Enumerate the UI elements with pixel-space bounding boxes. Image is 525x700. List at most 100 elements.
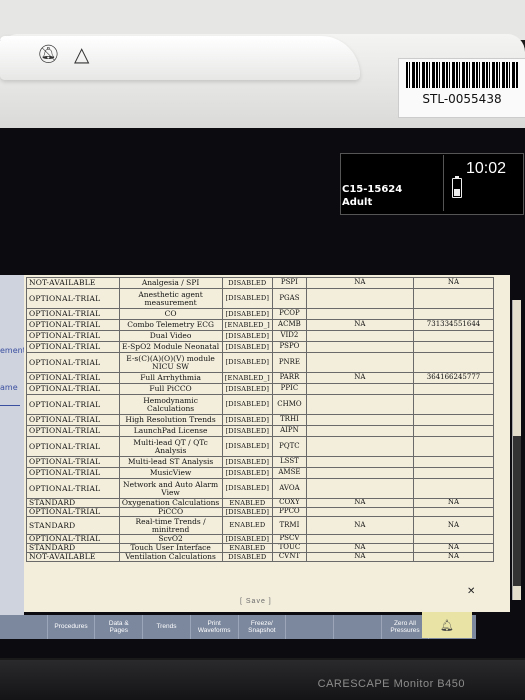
option-cell: OPTIONAL-TRIAL bbox=[26, 436, 120, 457]
feature-cell: CO bbox=[118, 308, 223, 320]
feature-cell: E-SpO2 Module Neonatal bbox=[118, 341, 223, 353]
menu-button[interactable] bbox=[0, 615, 48, 639]
left-label-fragment: ement bbox=[0, 346, 26, 355]
left-label-fragment: ame bbox=[0, 383, 18, 392]
serial-cell bbox=[413, 534, 494, 544]
menu-button[interactable] bbox=[333, 615, 382, 639]
menu-button[interactable]: Procedures bbox=[48, 615, 96, 639]
code-cell: PSPO bbox=[272, 341, 307, 353]
option-cell: OPTIONAL-TRIAL bbox=[26, 288, 120, 309]
option-cell: NOT-AVAILABLE bbox=[26, 552, 120, 562]
feature-cell: MusicView bbox=[118, 467, 223, 479]
code-cell: PPCO bbox=[272, 507, 307, 517]
table-row[interactable]: OPTIONAL-TRIAL Full Arrhythmia [ENABLED_] P… bbox=[26, 372, 494, 384]
table-row[interactable]: OPTIONAL-TRIAL E-SpO2 Module Neonatal [DIS… bbox=[26, 341, 494, 353]
serial-cell bbox=[413, 352, 494, 373]
status-cell: [DISABLED] bbox=[221, 425, 274, 437]
menu-button[interactable] bbox=[286, 615, 334, 639]
software-options-panel: NOT-AVAILABLE Analgesia / SPI DISABLED PSPI… bbox=[24, 275, 510, 612]
serial-cell: NA bbox=[413, 543, 494, 553]
value-cell bbox=[305, 534, 415, 544]
status-cell: [ENABLED_] bbox=[221, 372, 274, 384]
table-row[interactable]: OPTIONAL-TRIAL E-s(C)(A)(O)(V) module NIC… bbox=[26, 352, 494, 373]
serial-cell: NA bbox=[413, 277, 494, 289]
value-cell: NA bbox=[305, 277, 415, 289]
option-cell: OPTIONAL-TRIAL bbox=[26, 507, 120, 517]
code-cell: PPIC bbox=[272, 383, 307, 395]
table-row[interactable]: NOT-AVAILABLE Ventilation Calculations DIS… bbox=[26, 552, 494, 562]
option-cell: OPTIONAL-TRIAL bbox=[26, 394, 120, 415]
menu-button[interactable]: Data & Pages bbox=[95, 615, 144, 639]
table-row[interactable]: OPTIONAL-TRIAL Dual Video [DISABLED] VID2 bbox=[26, 330, 494, 342]
save-button[interactable]: [ Save ] bbox=[240, 598, 272, 605]
code-cell: AVOA bbox=[272, 478, 307, 499]
code-cell: CVNT bbox=[272, 552, 307, 562]
scrollbar-thumb[interactable] bbox=[513, 436, 521, 586]
menu-button[interactable]: Print Waveforms bbox=[191, 615, 239, 639]
value-cell bbox=[305, 436, 415, 457]
serial-cell bbox=[413, 425, 494, 437]
option-cell: STANDARD bbox=[26, 543, 120, 553]
table-row[interactable]: NOT-AVAILABLE Analgesia / SPI DISABLED PSPI… bbox=[26, 277, 494, 289]
table-row[interactable]: OPTIONAL-TRIAL Anesthetic agent measureme… bbox=[26, 288, 494, 309]
clock: 10:02 bbox=[466, 160, 507, 177]
value-cell bbox=[305, 467, 415, 479]
close-icon[interactable]: ✕ bbox=[467, 586, 475, 597]
table-row[interactable]: OPTIONAL-TRIAL Combo Telemetry ECG [ENABLE… bbox=[26, 319, 494, 331]
code-cell: PARR bbox=[272, 372, 307, 384]
bed-id: C15-15624 bbox=[342, 184, 403, 195]
table-row[interactable]: STANDARD Oxygenation Calculations ENABLED C… bbox=[26, 498, 494, 508]
feature-cell: Hemodynamic Calculations bbox=[118, 394, 223, 415]
barcode-icon bbox=[406, 62, 518, 88]
code-cell: PNRE bbox=[272, 352, 307, 373]
table-row[interactable]: OPTIONAL-TRIAL ScvO2 [DISABLED] PSCV bbox=[26, 534, 494, 544]
status-cell: ENABLED bbox=[221, 516, 274, 535]
status-cell: [DISABLED] bbox=[221, 352, 274, 373]
code-cell: ACMB bbox=[272, 319, 307, 331]
status-cell: [DISABLED] bbox=[221, 478, 274, 499]
code-cell: VID2 bbox=[272, 330, 307, 342]
patient-category: Adult bbox=[342, 197, 373, 208]
options-table: NOT-AVAILABLE Analgesia / SPI DISABLED PSPI… bbox=[26, 277, 494, 562]
menu-button[interactable]: Trends bbox=[143, 615, 191, 639]
code-cell: TRMI bbox=[272, 516, 307, 535]
serial-cell bbox=[413, 341, 494, 353]
alarm-bell-icon[interactable]: 🔔︎ bbox=[422, 612, 472, 638]
table-row[interactable]: OPTIONAL-TRIAL High Resolution Trends [DIS… bbox=[26, 414, 494, 426]
status-cell: [DISABLED] bbox=[221, 383, 274, 395]
alarm-bell-crossed-icon[interactable]: 🔕︎ bbox=[37, 44, 60, 65]
option-cell: NOT-AVAILABLE bbox=[26, 277, 120, 289]
value-cell bbox=[305, 394, 415, 415]
table-row[interactable]: OPTIONAL-TRIAL MusicView [DISABLED] AMSE bbox=[26, 467, 494, 479]
table-row[interactable]: OPTIONAL-TRIAL Multi-lead ST Analysis [DIS… bbox=[26, 456, 494, 468]
code-cell: PSPI bbox=[272, 277, 307, 289]
value-cell bbox=[305, 330, 415, 342]
feature-cell: High Resolution Trends bbox=[118, 414, 223, 426]
value-cell bbox=[305, 341, 415, 353]
status-cell: [DISABLED] bbox=[221, 330, 274, 342]
silence-triangle-icon[interactable]: △ bbox=[74, 42, 89, 66]
table-row[interactable]: STANDARD Real-time Trends / minitrend ENAB… bbox=[26, 516, 494, 535]
serial-cell bbox=[413, 330, 494, 342]
option-cell: OPTIONAL-TRIAL bbox=[26, 341, 120, 353]
value-cell bbox=[305, 352, 415, 373]
code-cell: TOUC bbox=[272, 543, 307, 553]
table-row[interactable]: OPTIONAL-TRIAL Network and Auto Alarm Vie… bbox=[26, 478, 494, 499]
table-row[interactable]: OPTIONAL-TRIAL Multi-lead QT / QTc Analys… bbox=[26, 436, 494, 457]
table-row[interactable]: OPTIONAL-TRIAL Hemodynamic Calculations [D… bbox=[26, 394, 494, 415]
code-cell: AMSE bbox=[272, 467, 307, 479]
code-cell: AIPN bbox=[272, 425, 307, 437]
menu-button[interactable]: Freeze/ Snapshot bbox=[239, 615, 287, 639]
feature-cell: Network and Auto Alarm View bbox=[118, 478, 223, 499]
left-side-tab[interactable] bbox=[0, 275, 24, 615]
table-row[interactable]: OPTIONAL-TRIAL Full PiCCO [DISABLED] PPIC bbox=[26, 383, 494, 395]
table-row[interactable]: OPTIONAL-TRIAL LaunchPad License [DISABLED… bbox=[26, 425, 494, 437]
table-row[interactable]: OPTIONAL-TRIAL PiCCO [DISABLED] PPCO bbox=[26, 507, 494, 517]
status-cell: ENABLED bbox=[221, 543, 274, 553]
table-row[interactable]: STANDARD Touch User Interface ENABLED TOUC N… bbox=[26, 543, 494, 553]
feature-cell: Analgesia / SPI bbox=[118, 277, 223, 289]
feature-cell: Touch User Interface bbox=[118, 543, 223, 553]
value-cell: NA bbox=[305, 516, 415, 535]
feature-cell: Full Arrhythmia bbox=[118, 372, 223, 384]
table-row[interactable]: OPTIONAL-TRIAL CO [DISABLED] PCOP bbox=[26, 308, 494, 320]
